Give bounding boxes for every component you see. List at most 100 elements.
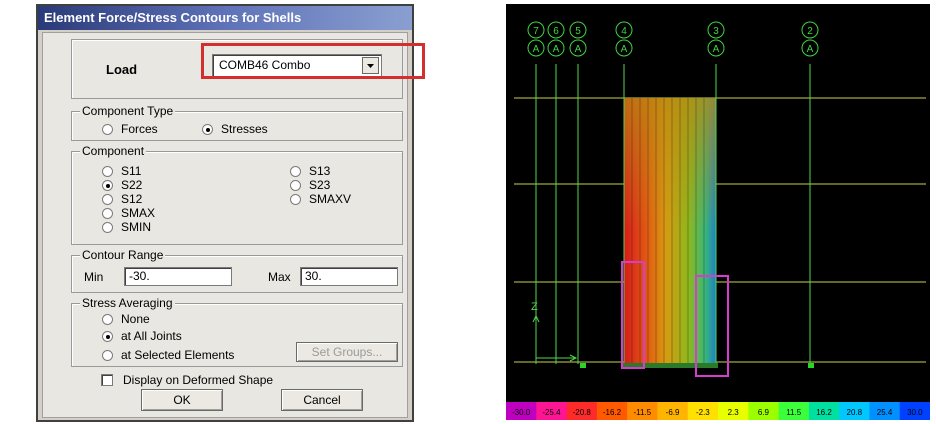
grid-bubble-5[interactable]: 5 A <box>569 21 587 57</box>
load-highlight-box <box>201 43 425 79</box>
radio-all-joints-label: at All Joints <box>121 329 182 343</box>
grid-bubble-3-top: 3 <box>713 26 719 37</box>
radio-s11-label: S11 <box>121 164 142 178</box>
grid-bubble-3-bottom: A <box>713 44 720 55</box>
legend-tick-label: -25.4 <box>542 408 561 417</box>
component-group: Component S11 S22 S12 SMAX SMIN S13 S23 … <box>71 144 403 245</box>
elevation-canvas[interactable]: Z 7 A 6 A 5 A 4 A 3 A 2 A <box>506 4 930 402</box>
component-type-group: Component Type Forces Stresses <box>71 104 403 141</box>
radio-s12-dot[interactable] <box>102 193 113 205</box>
radio-s13[interactable]: S13 <box>290 164 330 178</box>
radio-selected-elements[interactable]: at Selected Elements <box>102 348 234 362</box>
radio-smax[interactable]: SMAX <box>102 206 155 220</box>
radio-s13-dot[interactable] <box>290 165 301 177</box>
radio-smaxv-label: SMAXV <box>309 192 352 206</box>
radio-selected-elements-label: at Selected Elements <box>121 348 235 362</box>
legend-tick-label: -11.5 <box>633 408 651 417</box>
legend-tick-label: -30.0 <box>512 408 531 417</box>
legend-tick-label: 11.5 <box>786 408 802 417</box>
grid-bubble-2-top: 2 <box>807 26 813 37</box>
grid-bubble-3[interactable]: 3 A <box>707 21 725 57</box>
component-type-label: Component Type <box>80 104 176 118</box>
grid-bubble-7-bottom: A <box>533 44 540 55</box>
min-input[interactable]: -30. <box>124 267 232 286</box>
max-input[interactable]: 30. <box>300 267 398 286</box>
grid-bubble-2-bottom: A <box>807 44 814 55</box>
radio-s13-label: S13 <box>309 164 331 178</box>
radio-smin[interactable]: SMIN <box>102 220 151 234</box>
cancel-button[interactable]: Cancel <box>281 389 363 411</box>
grid-bubble-6-top: 6 <box>553 26 559 37</box>
legend-tick-label: 30.0 <box>907 408 923 417</box>
min-label: Min <box>84 270 104 284</box>
grid-bubble-4[interactable]: 4 A <box>615 21 633 57</box>
grid-bubble-7-top: 7 <box>533 26 539 37</box>
radio-forces-dot[interactable] <box>102 123 113 135</box>
component-label: Component <box>80 144 147 158</box>
grid-bubble-6-bottom: A <box>553 44 560 55</box>
radio-s23-label: S23 <box>309 178 331 192</box>
contours-dialog: Element Force/Stress Contours for Shells… <box>36 4 425 422</box>
load-label: Load <box>106 62 138 77</box>
radio-forces-label: Forces <box>121 122 158 136</box>
z-axis-label: Z <box>531 301 538 313</box>
grid-bubble-5-bottom: A <box>575 44 582 55</box>
radio-smin-label: SMIN <box>121 220 151 234</box>
grid-bubble-7[interactable]: 7 A <box>527 21 545 57</box>
dialog-body: Load COMB46 Combo Component Type Forces <box>42 32 425 418</box>
grid-bubble-5-top: 5 <box>575 26 581 37</box>
radio-s11-dot[interactable] <box>102 165 113 177</box>
radio-stresses-label: Stresses <box>221 122 268 136</box>
radio-s11[interactable]: S11 <box>102 164 141 178</box>
dialog-title[interactable]: Element Force/Stress Contours for Shells <box>38 6 412 30</box>
color-legend: -30.0 -25.4 -20.8 -16.2 -11.5 -6.9 -2.3 2.3 6.9 1… <box>506 402 931 420</box>
contour-range-group: Contour Range Min -30. Max 30. <box>71 248 403 293</box>
stress-averaging-label: Stress Averaging <box>80 296 175 310</box>
deformed-shape-label: Display on Deformed Shape <box>123 373 274 387</box>
radio-forces[interactable]: Forces <box>102 122 158 136</box>
contour-color-bar: -30.0 -25.4 -20.8 -16.2 -11.5 -6.9 -2.3 2.3 6.9 1… <box>506 402 931 420</box>
radio-stresses[interactable]: Stresses <box>202 122 268 136</box>
max-label: Max <box>268 270 291 284</box>
radio-all-joints-dot[interactable] <box>102 330 113 342</box>
radio-s22-label: S22 <box>121 178 143 192</box>
radio-all-joints[interactable]: at All Joints <box>102 329 182 343</box>
radio-smaxv-dot[interactable] <box>290 193 301 205</box>
legend-tick-label: 20.8 <box>847 408 863 417</box>
deformed-shape-checkbox-row[interactable]: Display on Deformed Shape <box>101 373 273 387</box>
radio-selected-elements-dot[interactable] <box>102 349 113 361</box>
radio-none-label: None <box>121 312 150 326</box>
grid-bubble-6[interactable]: 6 A <box>547 21 565 57</box>
radio-s12-label: S12 <box>121 192 143 206</box>
grid-bubble-2[interactable]: 2 A <box>801 21 819 57</box>
legend-tick-label: 25.4 <box>877 408 893 417</box>
radio-smax-dot[interactable] <box>102 207 113 219</box>
ok-button[interactable]: OK <box>141 389 223 411</box>
contour-range-label: Contour Range <box>80 248 166 262</box>
radio-s23-dot[interactable] <box>290 179 301 191</box>
legend-tick-label: 2.3 <box>728 408 740 417</box>
model-view[interactable]: Z 7 A 6 A 5 A 4 A 3 A 2 A <box>506 4 930 402</box>
legend-tick-label: -20.8 <box>573 408 592 417</box>
radio-smax-label: SMAX <box>121 206 156 220</box>
radio-s22[interactable]: S22 <box>102 178 142 192</box>
legend-tick-label: 6.9 <box>758 408 770 417</box>
legend-tick-label: -16.2 <box>603 408 622 417</box>
radio-s23[interactable]: S23 <box>290 178 330 192</box>
radio-smaxv[interactable]: SMAXV <box>290 192 351 206</box>
radio-smin-dot[interactable] <box>102 221 113 233</box>
radio-s12[interactable]: S12 <box>102 192 142 206</box>
axis-triad <box>532 314 578 362</box>
set-groups-button[interactable]: Set Groups... <box>296 342 398 362</box>
radio-none-dot[interactable] <box>102 313 113 325</box>
grid-bubble-4-top: 4 <box>621 26 627 37</box>
legend-tick-label: -2.3 <box>696 408 710 417</box>
radio-s22-dot[interactable] <box>102 179 113 191</box>
radio-stresses-dot[interactable] <box>202 123 213 135</box>
deformed-shape-checkbox[interactable] <box>101 374 113 386</box>
legend-tick-label: -6.9 <box>666 408 680 417</box>
stress-averaging-group: Stress Averaging None at All Joints at S… <box>71 296 403 367</box>
radio-none[interactable]: None <box>102 312 150 326</box>
grid-bubble-4-bottom: A <box>621 44 628 55</box>
legend-tick-label: 16.2 <box>816 408 832 417</box>
